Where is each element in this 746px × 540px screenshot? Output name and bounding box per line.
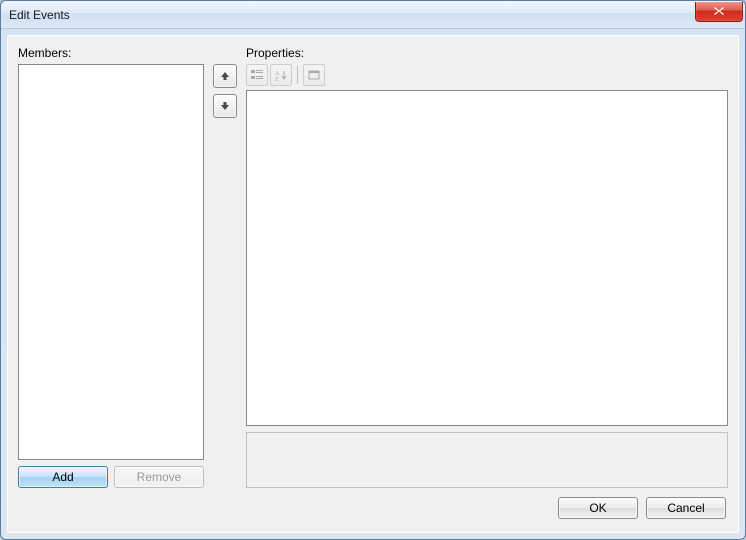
property-pages-icon (307, 68, 321, 82)
titlebar[interactable]: Edit Events (1, 1, 745, 29)
property-grid[interactable] (246, 90, 728, 426)
toolbar-separator (297, 66, 298, 84)
add-button[interactable]: Add (18, 466, 108, 488)
arrow-up-icon (220, 71, 230, 81)
properties-toolbar: A Z (246, 64, 728, 86)
arrow-down-icon (220, 101, 230, 111)
properties-panel: Properties: A (246, 46, 728, 488)
window-title: Edit Events (9, 8, 70, 22)
main-panels: Members: Add Remove (18, 46, 728, 488)
reorder-buttons (212, 46, 238, 488)
close-icon (713, 6, 725, 16)
client-area: Members: Add Remove (7, 35, 739, 533)
move-up-button[interactable] (213, 64, 237, 88)
ok-button[interactable]: OK (558, 497, 638, 519)
dialog-footer: OK Cancel (18, 488, 728, 520)
edit-events-dialog: Edit Events Members: Add Remove (0, 0, 746, 540)
property-pages-button[interactable] (303, 64, 325, 86)
alphabetical-icon: A Z (274, 68, 288, 82)
members-buttons: Add Remove (18, 466, 204, 488)
description-pane (246, 432, 728, 488)
move-down-button[interactable] (213, 94, 237, 118)
alphabetical-button[interactable]: A Z (270, 64, 292, 86)
close-button[interactable] (695, 2, 743, 22)
svg-text:Z: Z (275, 77, 279, 82)
categorized-button[interactable] (246, 64, 268, 86)
remove-button: Remove (114, 466, 204, 488)
members-panel: Members: Add Remove (18, 46, 204, 488)
cancel-button[interactable]: Cancel (646, 497, 726, 519)
properties-label: Properties: (246, 46, 728, 60)
members-label: Members: (18, 46, 204, 60)
categorized-icon (250, 68, 264, 82)
members-list[interactable] (18, 64, 204, 460)
